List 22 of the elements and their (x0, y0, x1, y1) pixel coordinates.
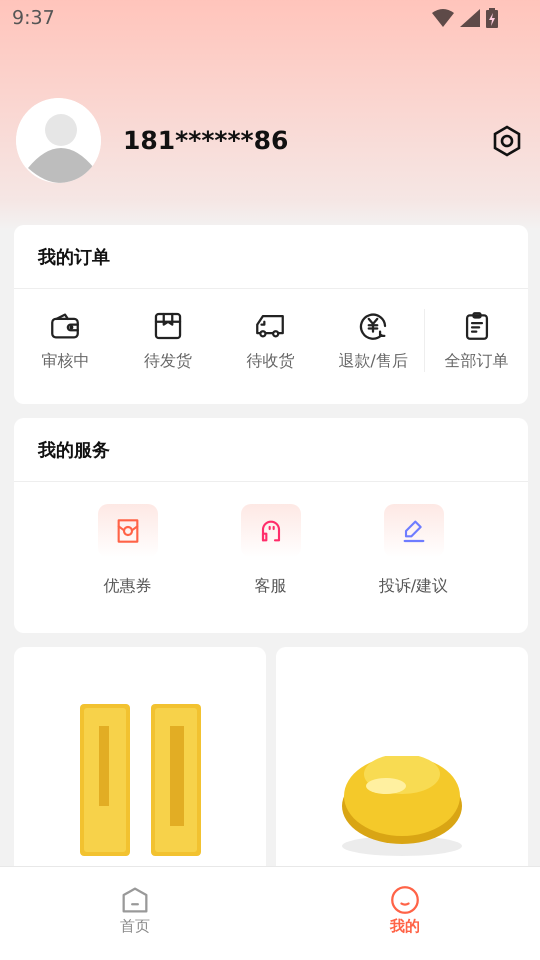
nav-tab[interactable]: 首页 (0, 867, 270, 960)
section-title: 我的服务 (14, 418, 528, 482)
smiley-icon (388, 883, 422, 917)
service-item[interactable]: 优惠券 (56, 504, 199, 597)
service-item[interactable]: 投诉/建议 (342, 504, 485, 597)
product-card[interactable] (14, 647, 266, 866)
avatar[interactable] (16, 98, 101, 183)
signal-icon (460, 9, 480, 27)
order-status-item[interactable]: 待发货 (116, 309, 220, 372)
order-status-item[interactable]: 待收货 (219, 309, 322, 372)
order-status-item[interactable]: 退款/售后 (322, 309, 424, 372)
wifi-icon (432, 9, 454, 27)
battery-icon (486, 8, 498, 28)
settings-icon[interactable] (492, 124, 522, 156)
phone-number: 181******86 (123, 126, 288, 155)
nav-tab[interactable]: 我的 (270, 867, 540, 960)
product-card[interactable] (276, 647, 528, 866)
order-status-item[interactable]: 审核中 (14, 309, 117, 372)
order-status-item[interactable]: 全部订单 (424, 309, 528, 372)
service-item[interactable]: 客服 (199, 504, 342, 597)
status-time: 9:37 (12, 7, 55, 29)
section-title: 我的订单 (14, 225, 528, 289)
